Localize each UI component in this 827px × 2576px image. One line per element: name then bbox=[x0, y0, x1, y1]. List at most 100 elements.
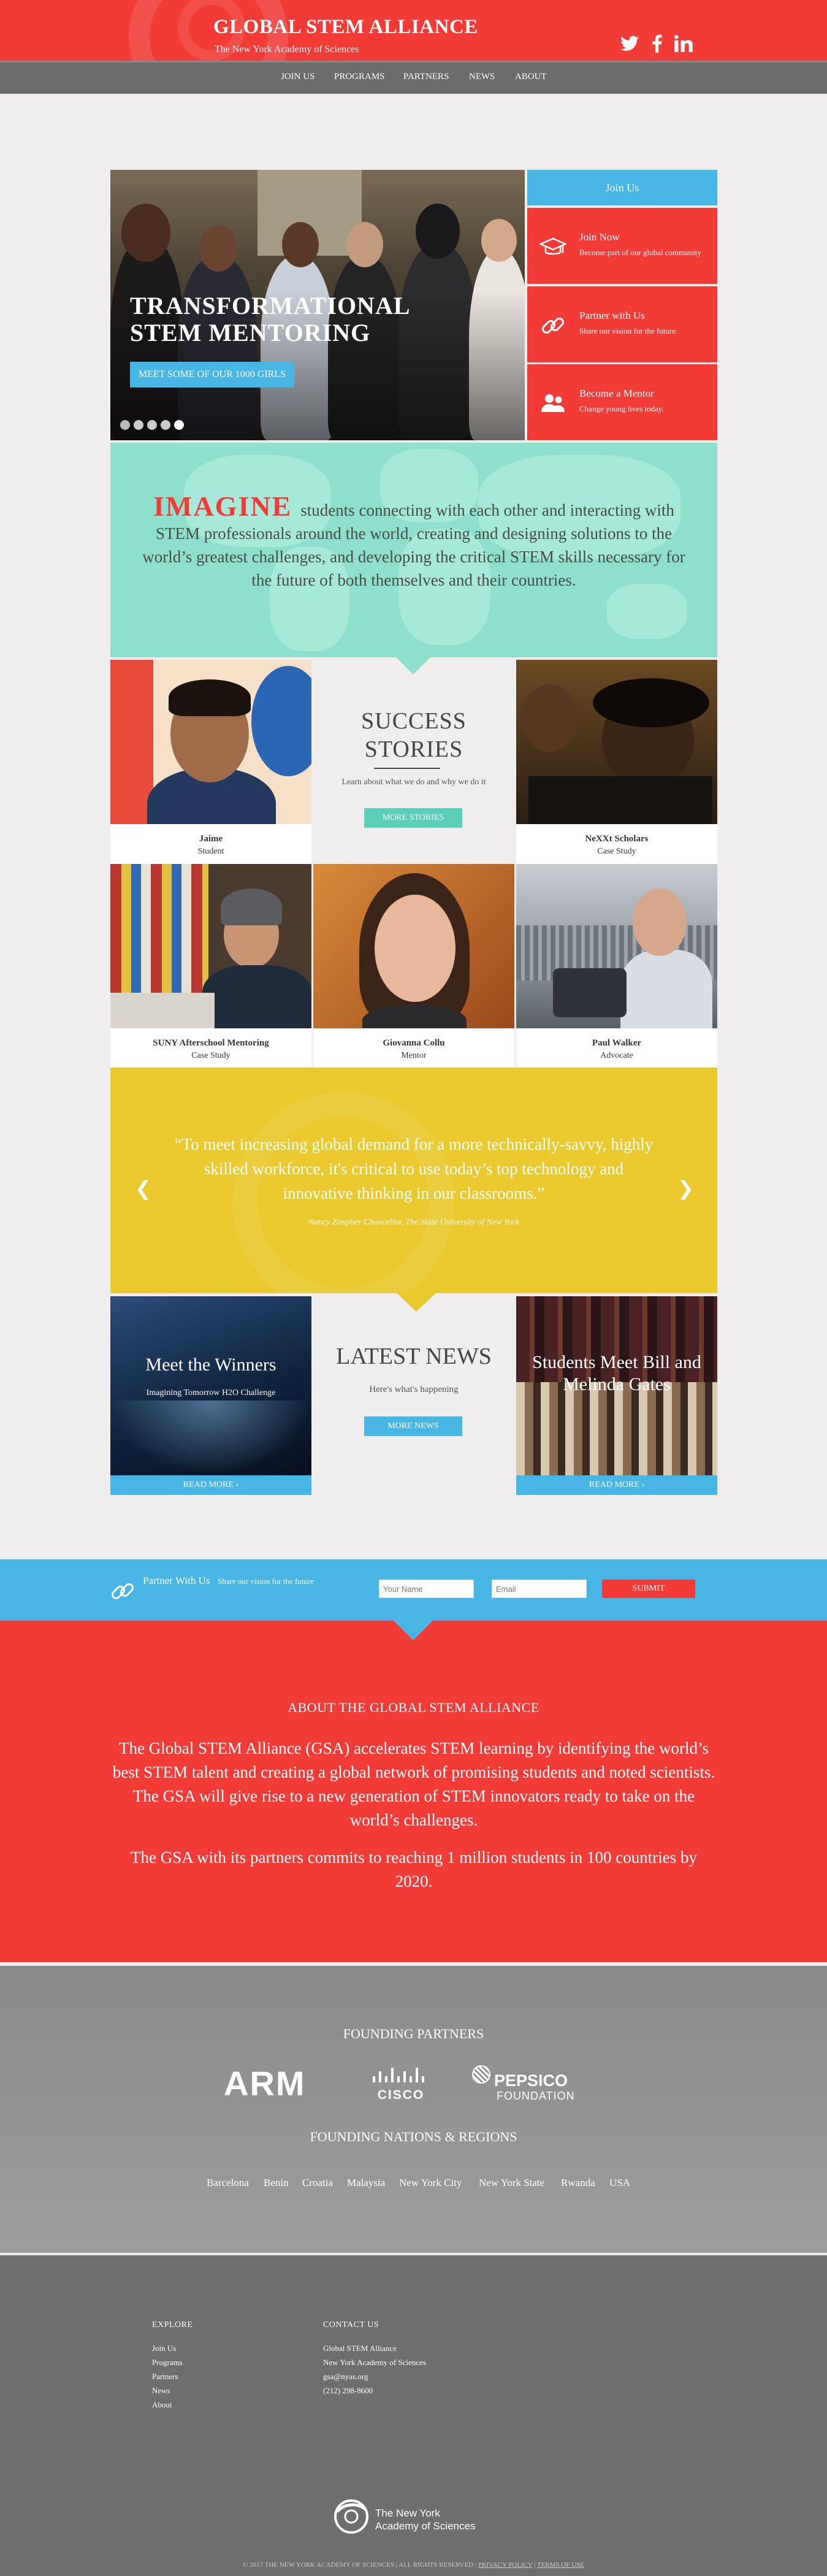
nav-programs[interactable]: PROGRAMS bbox=[334, 72, 385, 82]
photo-table bbox=[528, 776, 712, 824]
explore-title: EXPLORE bbox=[152, 2320, 193, 2329]
hero-carousel[interactable]: TRANSFORMATIONAL STEM MENTORING MEET SOM… bbox=[110, 170, 525, 440]
story-name: Paul Walker bbox=[592, 1038, 642, 1048]
founding-partners-title: FOUNDING PARTNERS bbox=[343, 2026, 484, 2041]
privacy-policy-link[interactable]: PRIVACY POLICY bbox=[478, 2561, 533, 2569]
footer-link-news[interactable]: News bbox=[152, 2386, 170, 2396]
join-now-card[interactable]: Join Now Become part of our global commu… bbox=[527, 208, 717, 284]
story-caption-nexxt-scholars[interactable]: NeXXt Scholars Case Study bbox=[516, 824, 717, 864]
story-caption-jaime[interactable]: Jaime Student bbox=[110, 824, 311, 864]
read-more-label: READ MORE bbox=[589, 1480, 639, 1489]
footer-link-join-us[interactable]: Join Us bbox=[152, 2344, 176, 2353]
more-stories-button[interactable]: MORE STORIES bbox=[364, 808, 462, 828]
nav-about[interactable]: ABOUT bbox=[515, 72, 547, 82]
photo-face bbox=[522, 684, 577, 752]
become-mentor-card[interactable]: Become a Mentor Change young lives today… bbox=[527, 364, 717, 440]
partner-with-us-card[interactable]: Partner with Us Share our vision for the… bbox=[527, 286, 717, 362]
success-stories-title: SUCCESS STORIES bbox=[325, 707, 503, 763]
imagine-caret bbox=[395, 656, 432, 675]
more-news-button[interactable]: MORE NEWS bbox=[364, 1416, 462, 1436]
news-photo-gates[interactable]: Students Meet Bill and Melinda Gates bbox=[516, 1296, 717, 1475]
copyright-text: © 2017 THE NEW YORK ACADEMY OF SCIENCES … bbox=[242, 2561, 477, 2569]
carousel-dot[interactable] bbox=[134, 420, 143, 430]
become-mentor-subtitle: Change young lives today. bbox=[579, 404, 664, 413]
divider bbox=[374, 768, 440, 769]
story-role: Advocate bbox=[600, 1051, 633, 1060]
photo-background bbox=[110, 660, 153, 824]
nav-news[interactable]: NEWS bbox=[469, 72, 495, 82]
partner-bar-label: Partner With Us bbox=[143, 1575, 210, 1586]
story-photo-jaime[interactable] bbox=[110, 660, 311, 824]
contact-phone: (212) 298-8600 bbox=[323, 2386, 373, 2395]
about-title: ABOUT THE GLOBAL STEM ALLIANCE bbox=[288, 1700, 539, 1715]
read-more-label: READ MORE bbox=[183, 1480, 234, 1489]
about-paragraph-commitment: The GSA with its partners commits to rea… bbox=[131, 1848, 697, 1890]
nation-item: USA bbox=[609, 2177, 631, 2188]
site-subtitle: The New York Academy of Sciences bbox=[215, 44, 359, 55]
twitter-icon[interactable] bbox=[619, 33, 640, 54]
imagine-statement: IMAGINE students connecting with each oth… bbox=[141, 492, 687, 592]
link-icon bbox=[539, 312, 566, 339]
nation-item: Barcelona bbox=[207, 2177, 249, 2188]
footer-link-programs[interactable]: Programs bbox=[152, 2358, 183, 2368]
story-caption-suny[interactable]: SUNY Afterschool Mentoring Case Study bbox=[110, 1028, 311, 1068]
cisco-logo[interactable]: CISCO bbox=[372, 2088, 430, 2103]
nyas-logo-text[interactable]: The New York Academy of Sciences bbox=[375, 2507, 475, 2532]
linkedin-icon[interactable] bbox=[673, 33, 694, 54]
chevron-left-icon[interactable]: ❮ bbox=[135, 1177, 151, 1200]
read-more-winners-button[interactable]: READ MORE › bbox=[110, 1475, 311, 1495]
map-continent bbox=[607, 584, 687, 639]
story-role: Student bbox=[197, 847, 224, 856]
carousel-dot[interactable] bbox=[120, 420, 130, 430]
read-more-gates-button[interactable]: READ MORE › bbox=[516, 1475, 717, 1495]
latest-news-subtitle: Here's what's happening bbox=[369, 1385, 459, 1394]
carousel-dot[interactable] bbox=[147, 420, 157, 430]
carousel-dot[interactable] bbox=[161, 420, 170, 430]
story-caption-giovanna-collu[interactable]: Giovanna Collu Mentor bbox=[313, 1028, 514, 1068]
story-role: Case Study bbox=[191, 1051, 231, 1060]
photo-table bbox=[110, 993, 215, 1028]
story-photo-nexxt-scholars[interactable] bbox=[516, 660, 717, 824]
story-photo-paul-walker[interactable] bbox=[516, 864, 717, 1028]
contact-email[interactable]: gsa@nyas.org bbox=[323, 2372, 368, 2382]
story-photo-giovanna-collu[interactable] bbox=[313, 864, 514, 1028]
contact-academy: New York Academy of Sciences bbox=[323, 2358, 426, 2367]
photo-hair bbox=[169, 679, 251, 716]
photo-background bbox=[251, 666, 311, 776]
quote-section: ❮ ❯ “To meet increasing global demand fo… bbox=[110, 1068, 717, 1293]
photo-water bbox=[110, 1401, 311, 1475]
nav-join-us[interactable]: JOIN US bbox=[281, 72, 314, 82]
nation-item: New York State bbox=[479, 2177, 545, 2188]
meet-girls-button[interactable]: MEET SOME OF OUR 1000 GIRLS bbox=[130, 362, 294, 388]
site-title[interactable]: GLOBAL STEM ALLIANCE bbox=[213, 16, 478, 39]
footer-link-about[interactable]: About bbox=[152, 2400, 172, 2410]
chevron-right-icon: › bbox=[641, 1480, 645, 1489]
footer-link-partners[interactable]: Partners bbox=[152, 2372, 178, 2382]
link-icon bbox=[109, 1578, 136, 1605]
chevron-right-icon[interactable]: ❯ bbox=[677, 1177, 694, 1200]
story-caption-paul-walker[interactable]: Paul Walker Advocate bbox=[516, 1028, 717, 1068]
pepsico-logo[interactable]: PEPSICO bbox=[494, 2071, 568, 2090]
facebook-icon[interactable] bbox=[647, 33, 668, 54]
photo-person bbox=[620, 950, 712, 1028]
hero-title: TRANSFORMATIONAL STEM MENTORING bbox=[130, 292, 424, 346]
success-stories-title-line1: SUCCESS bbox=[361, 708, 467, 734]
carousel-dot-active[interactable] bbox=[174, 420, 184, 430]
photo-beanie bbox=[221, 889, 282, 925]
contact-title: CONTACT US bbox=[323, 2320, 379, 2329]
contact-org: Global STEM Alliance bbox=[323, 2344, 397, 2353]
become-mentor-title: Become a Mentor bbox=[579, 388, 654, 399]
news-photo-winners[interactable]: Meet the Winners Imagining Tomorrow H2O … bbox=[110, 1296, 311, 1475]
terms-of-use-link[interactable]: TERMS OF USE bbox=[537, 2561, 584, 2569]
quote-caret bbox=[395, 1292, 437, 1312]
arm-logo[interactable]: ARM bbox=[224, 2063, 306, 2103]
partner-signup-bar: Partner With Us Share our vision for the… bbox=[0, 1559, 827, 1621]
nav-partners[interactable]: PARTNERS bbox=[403, 72, 449, 82]
photo-face bbox=[375, 895, 455, 1002]
imagine-section: IMAGINE students connecting with each oth… bbox=[110, 443, 717, 657]
story-photo-suny[interactable] bbox=[110, 864, 311, 1028]
partner-submit-button[interactable]: SUBMIT bbox=[602, 1580, 695, 1598]
partner-name-input[interactable] bbox=[379, 1580, 474, 1598]
partner-email-input[interactable] bbox=[492, 1580, 587, 1598]
pepsico-foundation-label: FOUNDATION bbox=[497, 2090, 575, 2102]
